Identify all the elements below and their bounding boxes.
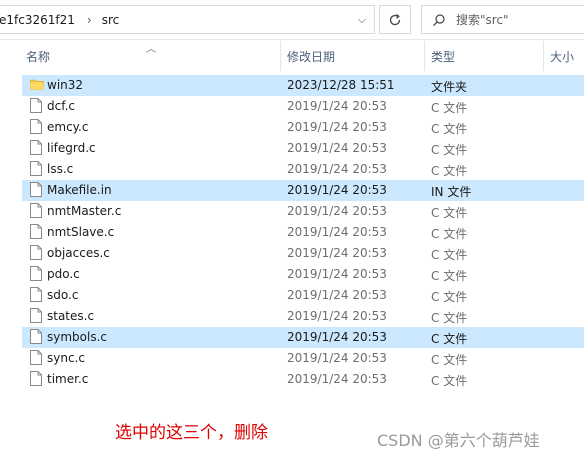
file-type: C 文件: [431, 206, 468, 220]
file-name: Makefile.in: [47, 183, 112, 197]
file-name: win32: [47, 78, 84, 92]
file-icon: [30, 308, 42, 326]
file-type: C 文件: [431, 290, 468, 304]
toolbar: e1fc3261f21 › src ⌵ 搜索"src": [0, 0, 584, 40]
file-icon: [30, 119, 42, 137]
file-date: 2019/1/24 20:53: [287, 246, 387, 260]
search-input[interactable]: 搜索"src": [456, 11, 509, 28]
column-type[interactable]: 类型: [424, 41, 542, 71]
file-row[interactable]: emcy.c 2019/1/24 20:53 C 文件: [22, 117, 584, 138]
file-date: 2019/1/24 20:53: [287, 372, 387, 386]
file-name: lifegrd.c: [47, 141, 96, 155]
address-bar[interactable]: e1fc3261f21 › src ⌵: [0, 5, 375, 34]
file-row[interactable]: win32 2023/12/28 15:51 文件夹: [22, 75, 584, 96]
file-name: nmtSlave.c: [47, 225, 115, 239]
file-icon: [30, 224, 42, 242]
file-type: C 文件: [431, 332, 468, 346]
annotation-text: 选中的这三个，删除: [115, 423, 268, 443]
file-date: 2019/1/24 20:53: [287, 120, 387, 134]
file-type: C 文件: [431, 122, 468, 136]
file-row[interactable]: pdo.c 2019/1/24 20:53 C 文件: [22, 264, 584, 285]
refresh-icon: [389, 13, 401, 25]
file-name: nmtMaster.c: [47, 204, 122, 218]
column-size[interactable]: 大小: [543, 41, 584, 71]
file-name: sdo.c: [47, 288, 79, 302]
file-type: 文件夹: [431, 80, 468, 94]
file-name: lss.c: [47, 162, 74, 176]
breadcrumb-chevron-icon: ›: [86, 12, 92, 27]
file-row[interactable]: dcf.c 2019/1/24 20:53 C 文件: [22, 96, 584, 117]
sort-ascending-icon: ︿: [146, 44, 156, 55]
file-icon: [30, 161, 42, 179]
file-name: dcf.c: [47, 99, 75, 113]
file-icon: [30, 182, 42, 200]
column-date[interactable]: 修改日期: [280, 41, 423, 71]
file-icon: [30, 350, 42, 368]
file-date: 2019/1/24 20:53: [287, 288, 387, 302]
file-type: C 文件: [431, 248, 468, 262]
file-row[interactable]: lss.c 2019/1/24 20:53 C 文件: [22, 159, 584, 180]
file-date: 2019/1/24 20:53: [287, 204, 387, 218]
file-icon: [30, 287, 42, 305]
file-name: symbols.c: [47, 330, 107, 344]
file-type: C 文件: [431, 101, 468, 115]
file-date: 2023/12/28 15:51: [287, 78, 395, 92]
file-date: 2019/1/24 20:53: [287, 99, 387, 113]
file-date: 2019/1/24 20:53: [287, 267, 387, 281]
file-icon: [30, 203, 42, 221]
file-icon: [30, 140, 42, 158]
file-name: timer.c: [47, 372, 89, 386]
file-type: C 文件: [431, 374, 468, 388]
file-date: 2019/1/24 20:53: [287, 309, 387, 323]
file-date: 2019/1/24 20:53: [287, 183, 387, 197]
file-type: C 文件: [431, 353, 468, 367]
file-icon: [30, 245, 42, 263]
file-row[interactable]: objacces.c 2019/1/24 20:53 C 文件: [22, 243, 584, 264]
search-icon: [422, 13, 456, 27]
column-header: 名称 修改日期 类型 大小: [0, 41, 584, 71]
file-row[interactable]: states.c 2019/1/24 20:53 C 文件: [22, 306, 584, 327]
file-row[interactable]: nmtSlave.c 2019/1/24 20:53 C 文件: [22, 222, 584, 243]
file-date: 2019/1/24 20:53: [287, 225, 387, 239]
search-box[interactable]: 搜索"src": [421, 5, 584, 34]
file-row[interactable]: Makefile.in 2019/1/24 20:53 IN 文件: [22, 180, 584, 201]
file-row[interactable]: sync.c 2019/1/24 20:53 C 文件: [22, 348, 584, 369]
file-name: sync.c: [47, 351, 85, 365]
file-name: objacces.c: [47, 246, 110, 260]
file-date: 2019/1/24 20:53: [287, 141, 387, 155]
file-type: C 文件: [431, 227, 468, 241]
breadcrumb-current[interactable]: src: [102, 13, 120, 27]
file-row[interactable]: timer.c 2019/1/24 20:53 C 文件: [22, 369, 584, 390]
file-type: C 文件: [431, 311, 468, 325]
file-icon: [30, 98, 42, 116]
file-type: C 文件: [431, 143, 468, 157]
folder-icon: [30, 77, 44, 94]
file-type: IN 文件: [431, 185, 472, 199]
chevron-down-icon[interactable]: ⌵: [358, 13, 366, 27]
file-date: 2019/1/24 20:53: [287, 330, 387, 344]
file-row[interactable]: lifegrd.c 2019/1/24 20:53 C 文件: [22, 138, 584, 159]
watermark: CSDN @第六个葫芦娃: [377, 431, 540, 450]
file-type: C 文件: [431, 269, 468, 283]
file-icon: [30, 371, 42, 389]
file-name: pdo.c: [47, 267, 80, 281]
file-date: 2019/1/24 20:53: [287, 351, 387, 365]
file-row[interactable]: sdo.c 2019/1/24 20:53 C 文件: [22, 285, 584, 306]
file-icon: [30, 266, 42, 284]
file-type: C 文件: [431, 164, 468, 178]
file-row[interactable]: nmtMaster.c 2019/1/24 20:53 C 文件: [22, 201, 584, 222]
file-row[interactable]: symbols.c 2019/1/24 20:53 C 文件: [22, 327, 584, 348]
file-date: 2019/1/24 20:53: [287, 162, 387, 176]
file-name: emcy.c: [47, 120, 89, 134]
file-icon: [30, 329, 42, 347]
file-name: states.c: [47, 309, 95, 323]
breadcrumb-parent[interactable]: e1fc3261f21: [0, 13, 75, 27]
refresh-button[interactable]: [379, 5, 411, 34]
